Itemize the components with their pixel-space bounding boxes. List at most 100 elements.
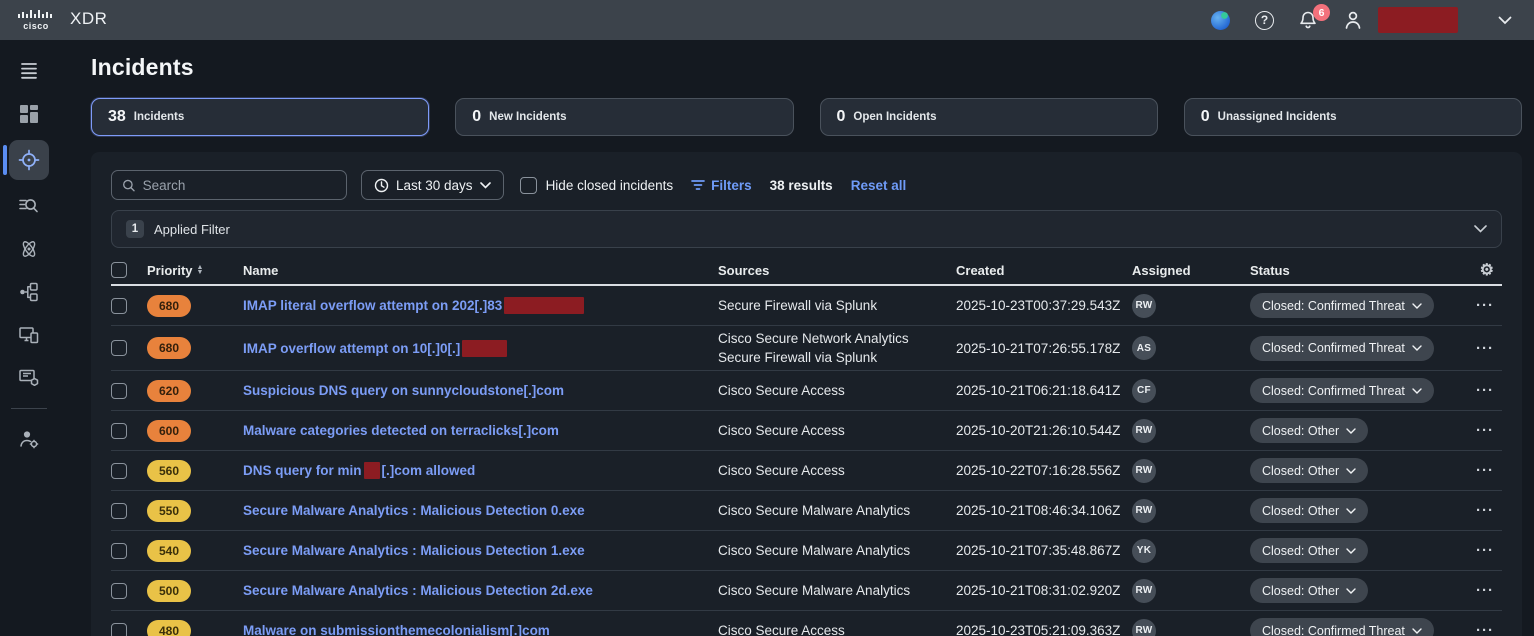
sidebar-item-dashboard[interactable] — [9, 97, 49, 131]
incident-name-link[interactable]: Secure Malware Analytics : Malicious Det… — [243, 583, 593, 598]
select-all-checkbox[interactable] — [111, 262, 127, 278]
filters-button[interactable]: Filters — [691, 178, 752, 193]
table-row[interactable]: 550 Secure Malware Analytics : Malicious… — [111, 491, 1502, 531]
incident-name-link[interactable]: Malware on submissionthemecolonialism[.]… — [243, 623, 550, 636]
table-row[interactable]: 540 Secure Malware Analytics : Malicious… — [111, 531, 1502, 571]
priority-badge: 540 — [147, 540, 191, 562]
column-header-priority[interactable]: Priority ▲▼ — [147, 263, 243, 278]
more-options-button[interactable]: ··· — [1476, 340, 1494, 357]
incident-name-link[interactable]: Suspicious DNS query on sunnycloudstone[… — [243, 383, 564, 398]
table-row[interactable]: 680 IMAP literal overflow attempt on 202… — [111, 286, 1502, 326]
help-icon[interactable]: ? — [1255, 11, 1274, 30]
search-input[interactable] — [143, 178, 336, 193]
stat-value: 38 — [108, 108, 126, 126]
status-dropdown[interactable]: Closed: Confirmed Threat — [1250, 336, 1434, 361]
table-settings-gear-icon[interactable]: ⚙ — [1480, 260, 1494, 280]
status-dropdown[interactable]: Closed: Other — [1250, 538, 1368, 563]
assignee-avatar: RW — [1132, 459, 1156, 483]
status-dropdown[interactable]: Closed: Confirmed Threat — [1250, 378, 1434, 403]
column-header-status[interactable]: Status — [1250, 263, 1446, 278]
incidents-panel: Last 30 days Hide closed incidents Filte… — [91, 152, 1522, 636]
row-checkbox[interactable] — [111, 340, 127, 356]
table-row[interactable]: 600 Malware categories detected on terra… — [111, 411, 1502, 451]
table-row[interactable]: 620 Suspicious DNS query on sunnycloudst… — [111, 371, 1502, 411]
more-options-button[interactable]: ··· — [1476, 502, 1494, 519]
status-dropdown[interactable]: Closed: Other — [1250, 418, 1368, 443]
applied-filter-chevron-icon[interactable] — [1474, 225, 1487, 233]
search-input-wrapper[interactable] — [111, 170, 347, 200]
row-checkbox[interactable] — [111, 463, 127, 479]
notifications-bell-icon[interactable]: 6 — [1298, 10, 1318, 30]
incident-name-link[interactable]: IMAP overflow attempt on 10[.]0[.] — [243, 340, 507, 357]
row-checkbox[interactable] — [111, 623, 127, 636]
notification-count-badge: 6 — [1313, 4, 1330, 21]
status-label: Closed: Other — [1262, 464, 1339, 478]
row-checkbox[interactable] — [111, 503, 127, 519]
sidebar-item-incidents[interactable] — [9, 140, 49, 180]
more-options-button[interactable]: ··· — [1476, 582, 1494, 599]
column-header-assigned[interactable]: Assigned — [1132, 263, 1250, 278]
more-options-button[interactable]: ··· — [1476, 462, 1494, 479]
row-checkbox[interactable] — [111, 298, 127, 314]
sidebar-item-investigate-search[interactable] — [9, 189, 49, 223]
priority-badge: 480 — [147, 620, 191, 636]
column-header-created[interactable]: Created — [956, 263, 1132, 278]
status-label: Closed: Other — [1262, 504, 1339, 518]
incident-name-text: IMAP literal overflow attempt on 202[.]8… — [243, 298, 502, 313]
row-checkbox[interactable] — [111, 583, 127, 599]
applied-filter-bar[interactable]: 1 Applied Filter — [111, 210, 1502, 248]
status-dropdown[interactable]: Closed: Confirmed Threat — [1250, 618, 1434, 636]
sidebar-item-automation-workflow[interactable] — [9, 275, 49, 309]
sidebar-item-client-management[interactable] — [9, 361, 49, 395]
incident-name-text: Secure Malware Analytics : Malicious Det… — [243, 503, 585, 518]
reset-all-button[interactable]: Reset all — [851, 178, 907, 193]
row-checkbox[interactable] — [111, 423, 127, 439]
status-dropdown[interactable]: Closed: Other — [1250, 458, 1368, 483]
more-options-button[interactable]: ··· — [1476, 382, 1494, 399]
row-checkbox[interactable] — [111, 543, 127, 559]
sort-icon[interactable]: ▲▼ — [197, 265, 204, 275]
sidebar-item-intelligence-atom[interactable] — [9, 232, 49, 266]
incident-name-link[interactable]: Malware categories detected on terraclic… — [243, 423, 559, 438]
more-options-button[interactable]: ··· — [1476, 297, 1494, 314]
menu-hamburger-icon[interactable] — [9, 54, 49, 88]
column-header-name[interactable]: Name — [243, 263, 718, 278]
user-avatar-icon[interactable] — [1342, 9, 1364, 31]
stat-card-open-incidents[interactable]: 0 Open Incidents — [820, 98, 1158, 136]
source-item: Cisco Secure Malware Analytics — [718, 582, 910, 599]
hide-closed-toggle[interactable]: Hide closed incidents — [520, 177, 674, 194]
sidebar-item-administration[interactable] — [9, 422, 49, 456]
incident-name-link[interactable]: Secure Malware Analytics : Malicious Det… — [243, 503, 585, 518]
column-header-sources[interactable]: Sources — [718, 263, 956, 278]
table-row[interactable]: 480 Malware on submissionthemecolonialis… — [111, 611, 1502, 636]
hide-closed-checkbox[interactable] — [520, 177, 537, 194]
row-checkbox[interactable] — [111, 383, 127, 399]
table-row[interactable]: 560 DNS query for min[.]com allowed Cisc… — [111, 451, 1502, 491]
time-range-dropdown[interactable]: Last 30 days — [361, 170, 504, 200]
status-dropdown[interactable]: Closed: Confirmed Threat — [1250, 293, 1434, 318]
sidebar-item-devices[interactable] — [9, 318, 49, 352]
source-item: Cisco Secure Access — [718, 622, 845, 636]
sources-list: Cisco Secure Malware Analytics — [718, 538, 910, 563]
status-label: Closed: Confirmed Threat — [1262, 384, 1405, 398]
stat-card-new-incidents[interactable]: 0 New Incidents — [455, 98, 793, 136]
more-options-button[interactable]: ··· — [1476, 422, 1494, 439]
sidebar-divider — [11, 408, 47, 409]
incident-name-link[interactable]: IMAP literal overflow attempt on 202[.]8… — [243, 297, 584, 314]
sources-list: Cisco Secure Access — [718, 418, 845, 443]
more-options-button[interactable]: ··· — [1476, 622, 1494, 636]
incident-name-link[interactable]: Secure Malware Analytics : Malicious Det… — [243, 543, 585, 558]
table-row[interactable]: 680 IMAP overflow attempt on 10[.]0[.] C… — [111, 326, 1502, 371]
stat-card-total-incidents[interactable]: 38 Incidents — [91, 98, 429, 136]
status-dropdown[interactable]: Closed: Other — [1250, 578, 1368, 603]
chevron-down-icon — [1346, 428, 1356, 434]
stat-card-unassigned-incidents[interactable]: 0 Unassigned Incidents — [1184, 98, 1522, 136]
status-dropdown[interactable]: Closed: Other — [1250, 498, 1368, 523]
created-timestamp: 2025-10-21T08:31:02.920Z — [956, 583, 1120, 598]
table-row[interactable]: 500 Secure Malware Analytics : Malicious… — [111, 571, 1502, 611]
orb-app-icon[interactable] — [1210, 10, 1231, 31]
incident-name-link[interactable]: DNS query for min[.]com allowed — [243, 462, 475, 479]
account-chevron-down-icon[interactable] — [1498, 16, 1512, 25]
more-options-button[interactable]: ··· — [1476, 542, 1494, 559]
stats-row: 38 Incidents 0 New Incidents 0 Open Inci… — [91, 98, 1522, 136]
